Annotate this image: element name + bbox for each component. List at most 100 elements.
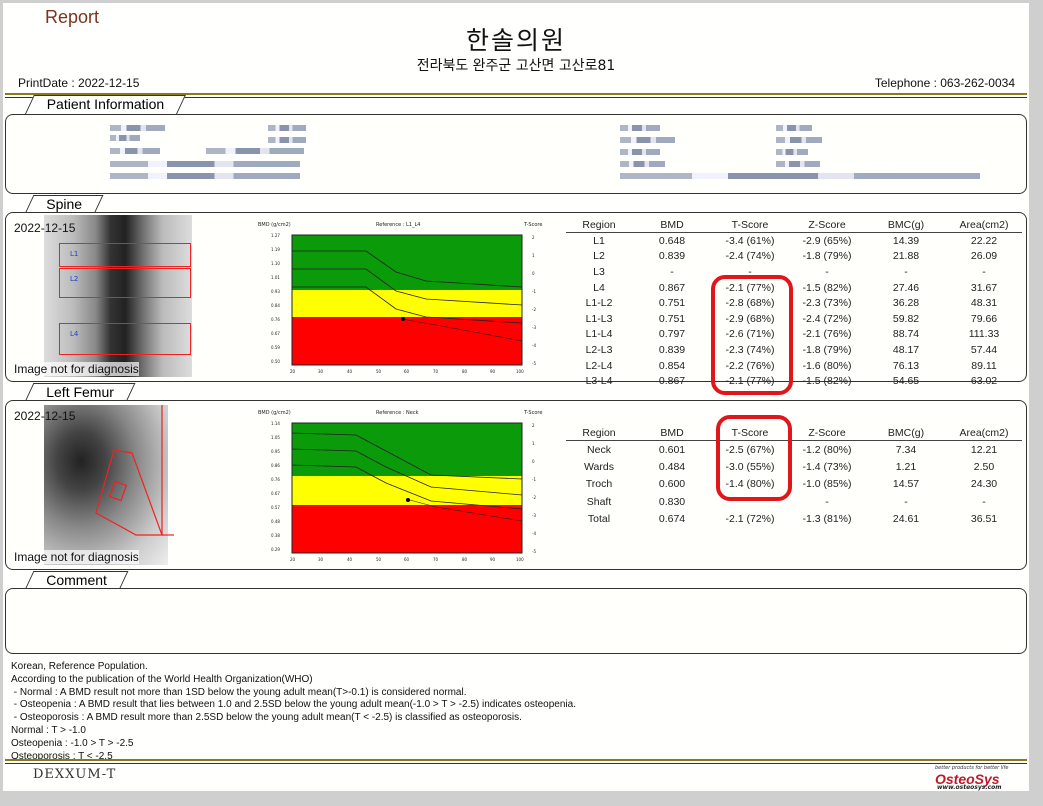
- normal-zone: [292, 235, 522, 290]
- dexxum-logo: DEXXUM-T: [33, 767, 117, 782]
- svg-text:50: 50: [376, 557, 382, 562]
- roi-box-l1: L1: [59, 243, 191, 267]
- svg-text:40: 40: [347, 369, 353, 374]
- svg-text:1: 1: [532, 441, 535, 446]
- femur-reference-chart: BMD (g/cm2) Reference : Neck T-Score 1.1…: [258, 410, 542, 562]
- svg-text:20: 20: [290, 557, 296, 562]
- spine-chart-y-label: BMD (g/cm2): [258, 222, 291, 228]
- roi-box-l4: L4: [59, 323, 191, 355]
- patient-marker-spine: [401, 317, 405, 321]
- clinic-address: 전라북도 완주군 고산면 고산로81: [416, 58, 616, 74]
- svg-text:1.10: 1.10: [271, 261, 280, 266]
- svg-text:0.57: 0.57: [271, 505, 280, 510]
- table-row: L4 0.867 -2.1 (77%) -1.5 (82%) 27.46 31.67: [593, 281, 998, 294]
- svg-text:0.76: 0.76: [271, 317, 280, 322]
- svg-text:2: 2: [532, 423, 535, 428]
- table-header-row: Region BMD T-Score Z-Score BMC(g) Area(cm2): [566, 425, 1022, 441]
- table-row: Total 0.674 -2.1 (72%) -1.3 (81%) 24.61 36.51: [587, 513, 998, 526]
- spine-tscore-highlight: [711, 275, 793, 395]
- femur-chart-y-label: BMD (g/cm2): [258, 410, 291, 416]
- svg-text:1.14: 1.14: [271, 421, 280, 426]
- normal-zone: [292, 423, 522, 476]
- who-notes: Korean, Reference Population. According …: [11, 661, 576, 762]
- table-row: L1 0.648 -3.4 (61%) -2.9 (65%) 14.39 22.22: [593, 234, 998, 247]
- osteoporosis-zone: [292, 317, 522, 365]
- spine-t-ticks: 2 1 0 -1 -2 -3 -4 -5: [532, 235, 536, 366]
- svg-text:-3: -3: [532, 325, 536, 330]
- spine-reference-chart: BMD (g/cm2) Reference : L1_L4 T-Score 1.…: [258, 222, 542, 374]
- comment-panel: [5, 588, 1027, 654]
- table-row: L2-L3 0.839 -2.3 (74%) -1.8 (79%) 48.17 57.44: [585, 343, 998, 356]
- print-date: PrintDate : 2022-12-15: [18, 76, 140, 90]
- femur-y-ticks: 1.14 1.05 0.95 0.86 0.76 0.67 0.57 0.48 …: [271, 421, 280, 552]
- svg-text:90: 90: [490, 557, 496, 562]
- femur-t-ticks: 2 1 0 -1 -2 -3 -4 -5: [532, 423, 536, 554]
- patient-marker-femur: [406, 498, 410, 502]
- table-row: L1-L3 0.751 -2.9 (68%) -2.4 (72%) 59.82 79.66: [585, 312, 998, 325]
- svg-text:-3: -3: [532, 513, 536, 518]
- svg-text:-5: -5: [532, 549, 536, 554]
- table-row: Troch 0.600 -1.4 (80%) -1.0 (85%) 14.57 24.30: [585, 478, 998, 491]
- footer-rule: [5, 759, 1027, 761]
- svg-text:0.38: 0.38: [271, 533, 280, 538]
- spine-panel: L1 L2 L4 2022-12-15 Image not for diagno…: [5, 212, 1027, 395]
- svg-text:2: 2: [532, 235, 535, 240]
- tab-patient-information: Patient Information: [24, 95, 186, 116]
- svg-text:1.19: 1.19: [271, 247, 280, 252]
- telephone: Telephone : 063-262-0034: [874, 76, 1015, 90]
- svg-text:0.95: 0.95: [271, 449, 280, 454]
- femur-x-ticks: 20 30 40 50 60 70 80 90 100: [290, 557, 524, 562]
- svg-text:-5: -5: [532, 361, 536, 366]
- table-row: L3- - - - -: [593, 265, 986, 278]
- footer-rule-thin: [5, 763, 1027, 764]
- table-row: Shaft 0.830- - -: [586, 495, 986, 508]
- svg-text:100: 100: [516, 557, 524, 562]
- svg-text:70: 70: [433, 557, 439, 562]
- femur-tscore-highlight: [716, 415, 792, 501]
- svg-text:-4: -4: [532, 531, 536, 536]
- femur-chart-t-label: T-Score: [523, 410, 542, 416]
- svg-text:0.67: 0.67: [271, 331, 280, 336]
- table-row: L1-L2 0.751 -2.8 (68%) -2.3 (73%) 36.28 48.31: [585, 297, 998, 310]
- svg-text:0.67: 0.67: [271, 491, 280, 496]
- femur-results-table: Region BMD T-Score Z-Score BMC(g) Area(cm2) N…: [566, 425, 1022, 528]
- svg-text:50: 50: [376, 369, 382, 374]
- spine-chart-t-label: T-Score: [523, 222, 542, 228]
- svg-text:0: 0: [532, 271, 535, 276]
- svg-text:100: 100: [516, 369, 524, 374]
- svg-text:20: 20: [290, 369, 296, 374]
- svg-text:1.01: 1.01: [271, 275, 280, 280]
- table-row: Wards 0.484 -3.0 (55%) -1.4 (73%) 1.21 2.50: [584, 460, 995, 473]
- spine-y-ticks: 1.27 1.19 1.10 1.01 0.93 0.84 0.76 0.67 …: [271, 233, 280, 364]
- spine-scan-date: 2022-12-15: [14, 221, 76, 235]
- roi-box-l2: L2: [59, 268, 191, 298]
- clinic-name: 한솔의원: [465, 26, 566, 55]
- svg-text:60: 60: [404, 557, 410, 562]
- svg-text:60: 60: [404, 369, 410, 374]
- spine-x-ticks: 20 30 40 50 60 70 80 90 100: [290, 369, 524, 374]
- table-row: L3-L4 0.867 -2.1 (77%) -1.5 (82%) 54.65 63.02: [585, 375, 998, 388]
- svg-text:0.93: 0.93: [271, 289, 280, 294]
- femur-scan-date: 2022-12-15: [14, 409, 76, 423]
- svg-text:30: 30: [318, 369, 324, 374]
- femur-not-for-diagnosis: Image not for diagnosis: [14, 550, 139, 564]
- svg-text:0.48: 0.48: [271, 519, 280, 524]
- svg-text:0.59: 0.59: [271, 345, 280, 350]
- svg-text:90: 90: [490, 369, 496, 374]
- svg-text:0.50: 0.50: [271, 359, 280, 364]
- svg-text:-1: -1: [532, 477, 536, 482]
- table-row: Neck 0.601 -2.5 (67%) -1.2 (80%) 7.34 12.21: [587, 443, 998, 456]
- svg-text:70: 70: [433, 369, 439, 374]
- svg-text:80: 80: [462, 557, 468, 562]
- table-row: L2 0.839 -2.4 (74%) -1.8 (79%) 21.88 26.09: [593, 250, 998, 263]
- table-row: L1-L4 0.797 -2.6 (71%) -2.1 (76%) 88.74 111.3…: [585, 328, 1000, 341]
- spine-not-for-diagnosis: Image not for diagnosis: [14, 362, 139, 376]
- femur-panel: 2022-12-15 Image not for diagnosis BMD (…: [5, 400, 1027, 570]
- svg-text:-4: -4: [532, 343, 536, 348]
- spine-chart-reference: Reference : L1_L4: [376, 222, 420, 228]
- svg-text:-2: -2: [532, 495, 536, 500]
- svg-text:0: 0: [532, 459, 535, 464]
- svg-text:1.27: 1.27: [271, 233, 280, 238]
- svg-text:1.05: 1.05: [271, 435, 280, 440]
- svg-text:0.76: 0.76: [271, 477, 280, 482]
